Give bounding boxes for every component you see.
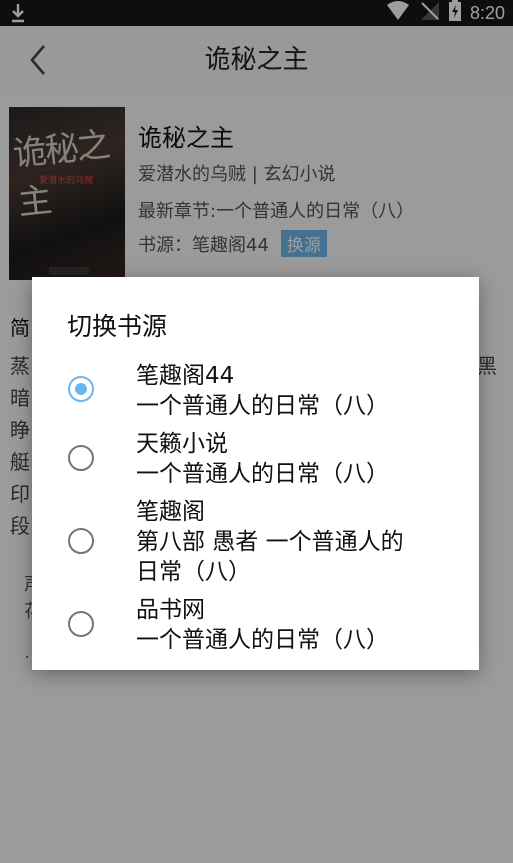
source-option[interactable]: 笔趣阁 第八部 愚者 一个普通人的 日常（八） xyxy=(32,497,479,587)
radio-unchecked-icon[interactable] xyxy=(68,528,94,554)
switch-source-dialog: 切换书源 笔趣阁44 一个普通人的日常（八） 天籁小说 一个普通人的日常（八） … xyxy=(32,277,479,670)
source-option-text: 天籁小说 一个普通人的日常（八） xyxy=(136,429,389,489)
source-option-text: 笔趣阁 第八部 愚者 一个普通人的 日常（八） xyxy=(136,497,404,587)
source-chapter: 一个普通人的日常（八） xyxy=(136,393,389,419)
radio-unchecked-icon[interactable] xyxy=(68,611,94,637)
source-option[interactable]: 品书网 一个普通人的日常（八） xyxy=(32,595,479,655)
radio-unchecked-icon[interactable] xyxy=(68,445,94,471)
source-chapter: 一个普通人的日常（八） xyxy=(136,627,389,653)
dialog-title: 切换书源 xyxy=(67,312,168,341)
source-name: 笔趣阁 xyxy=(136,499,205,525)
source-option[interactable]: 天籁小说 一个普通人的日常（八） xyxy=(32,429,479,489)
source-chapter: 第八部 愚者 一个普通人的 xyxy=(136,529,404,555)
source-name: 笔趣阁44 xyxy=(136,363,235,389)
radio-checked-icon[interactable] xyxy=(68,376,94,402)
source-chapter-continued: 日常（八） xyxy=(136,559,251,585)
source-chapter: 一个普通人的日常（八） xyxy=(136,461,389,487)
source-option[interactable]: 笔趣阁44 一个普通人的日常（八） xyxy=(32,361,479,421)
source-option-text: 笔趣阁44 一个普通人的日常（八） xyxy=(136,361,389,421)
source-name: 品书网 xyxy=(136,597,205,623)
source-option-text: 品书网 一个普通人的日常（八） xyxy=(136,595,389,655)
source-name: 天籁小说 xyxy=(136,431,228,457)
